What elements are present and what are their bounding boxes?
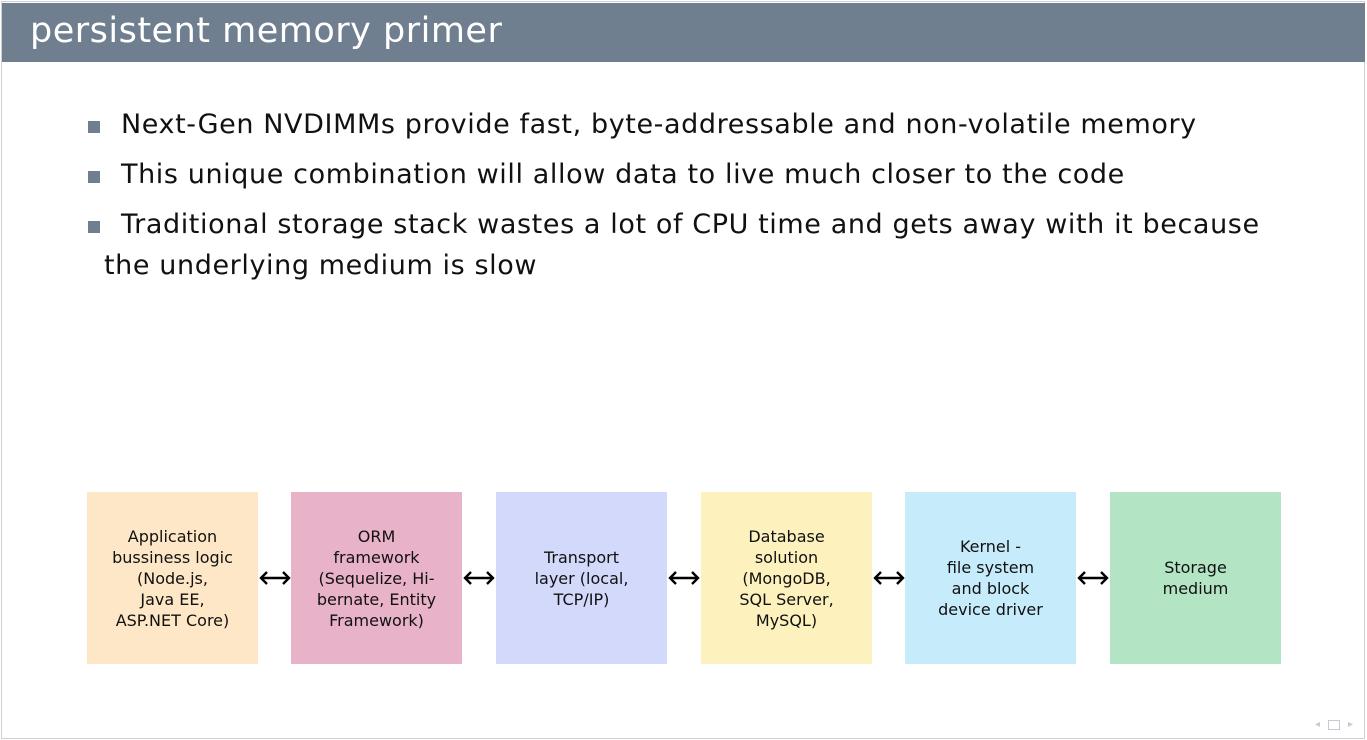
slide-navigation: ◂ ▸	[1315, 719, 1353, 730]
bullet-item: This unique combination will allow data …	[88, 154, 1268, 195]
box-label: Database solution (MongoDB, SQL Server, …	[739, 526, 834, 630]
bullet-list: Next-Gen NVDIMMs provide fast, byte-addr…	[88, 104, 1268, 295]
bullet-square-icon	[88, 121, 100, 133]
slide-title: persistent memory primer	[30, 11, 503, 51]
double-arrow-icon	[668, 571, 700, 585]
box-kernel: Kernel - file system and block device dr…	[905, 492, 1076, 664]
double-arrow-icon	[463, 571, 495, 585]
next-arrow-icon[interactable]: ▸	[1348, 719, 1353, 730]
box-label: Kernel - file system and block device dr…	[938, 537, 1043, 619]
bullet-square-icon	[88, 171, 100, 183]
box-label: Transport layer (local, TCP/IP)	[534, 547, 629, 609]
bullet-text-continuation: the underlying medium is slow	[104, 250, 538, 281]
box-orm: ORM framework (Sequelize, Hi- bernate, E…	[291, 492, 462, 664]
bullet-item: Next-Gen NVDIMMs provide fast, byte-addr…	[88, 104, 1268, 145]
box-label: ORM framework (Sequelize, Hi- bernate, E…	[316, 526, 437, 630]
bullet-text: This unique combination will allow data …	[121, 159, 1125, 190]
box-transport: Transport layer (local, TCP/IP)	[496, 492, 667, 664]
bullet-text: Next-Gen NVDIMMs provide fast, byte-addr…	[121, 109, 1197, 140]
box-label: Storage medium	[1162, 558, 1229, 598]
box-label: Application bussiness logic (Node.js, Ja…	[112, 526, 233, 630]
double-arrow-icon	[1077, 571, 1109, 585]
bullet-square-icon	[88, 221, 100, 233]
box-application: Application bussiness logic (Node.js, Ja…	[87, 492, 258, 664]
bullet-item: Traditional storage stack wastes a lot o…	[88, 204, 1268, 286]
double-arrow-icon	[259, 571, 291, 585]
bullet-text: Traditional storage stack wastes a lot o…	[121, 209, 1260, 240]
title-bar: persistent memory primer	[2, 3, 1365, 62]
frame-icon[interactable]	[1327, 719, 1340, 730]
storage-stack-diagram: Application bussiness logic (Node.js, Ja…	[87, 492, 1281, 664]
box-database: Database solution (MongoDB, SQL Server, …	[701, 492, 872, 664]
box-storage: Storage medium	[1110, 492, 1281, 664]
prev-arrow-icon[interactable]: ◂	[1315, 719, 1320, 730]
double-arrow-icon	[873, 571, 905, 585]
